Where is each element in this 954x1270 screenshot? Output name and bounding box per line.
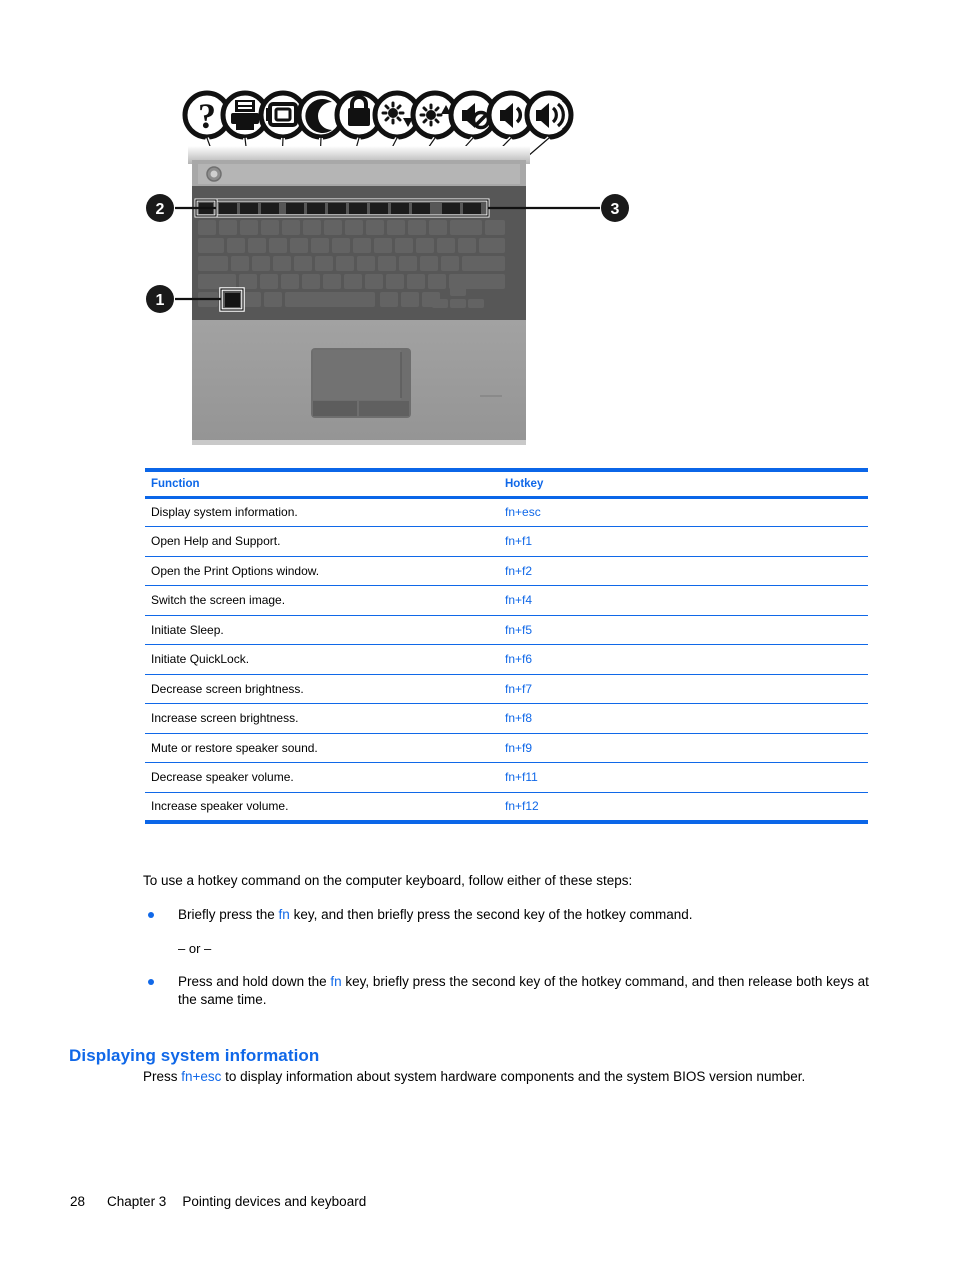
- cell-hotkey: fn+esc: [499, 497, 868, 527]
- bullet-1-text: Briefly press the fn key, and then brief…: [178, 906, 878, 924]
- hotkey-icon-row: ?: [182, 90, 574, 140]
- or-separator: – or –: [178, 941, 212, 956]
- page-footer: 28 Chapter 3 Pointing devices and keyboard: [70, 1194, 366, 1209]
- intro-paragraph: To use a hotkey command on the computer …: [143, 873, 633, 888]
- fn-key-label: fn: [278, 907, 290, 922]
- notebook-hotkey-illustration: ? 2 3 1: [140, 60, 660, 450]
- bullet-2-before: Press and hold down the: [178, 974, 331, 989]
- laptop-illustration: [188, 146, 530, 445]
- cell-function: Display system information.: [145, 497, 499, 527]
- cell-hotkey: fn+f1: [499, 526, 868, 557]
- bullet-1-after: key, and then briefly press the second k…: [289, 907, 693, 922]
- table-row: Switch the screen image. fn+f4: [145, 585, 868, 616]
- table-row: Open the Print Options window. fn+f2: [145, 556, 868, 586]
- cell-hotkey: fn+f11: [499, 762, 868, 793]
- chapter-label: Chapter 3: [107, 1194, 167, 1209]
- cell-function: Open Help and Support.: [145, 526, 499, 557]
- bullet-dot-icon: [148, 979, 154, 985]
- svg-text:2: 2: [156, 201, 165, 218]
- page-number: 28: [70, 1194, 86, 1209]
- bullet-dot-icon: [148, 912, 154, 918]
- cell-hotkey: fn+f7: [499, 674, 868, 704]
- fn-esc-key-label: fn+esc: [181, 1069, 222, 1084]
- cell-hotkey: fn+f6: [499, 644, 868, 675]
- column-header-hotkey: Hotkey: [499, 470, 868, 499]
- hotkey-table: Function Hotkey Display system informati…: [145, 468, 868, 824]
- bullet-2-text: Press and hold down the fn key, briefly …: [178, 973, 878, 1009]
- cell-function: Decrease screen brightness.: [145, 674, 499, 704]
- closing-after: to display information about system hard…: [221, 1069, 806, 1084]
- table-row: Open Help and Support. fn+f1: [145, 526, 868, 557]
- closing-before: Press: [143, 1069, 182, 1084]
- cell-function: Initiate Sleep.: [145, 615, 499, 645]
- volume-increase-icon: [524, 90, 574, 140]
- table-row: Display system information. fn+esc: [145, 497, 868, 527]
- cell-function: Switch the screen image.: [145, 585, 499, 616]
- table-row: Increase screen brightness. fn+f8: [145, 703, 868, 734]
- fn-key-label: fn: [330, 974, 342, 989]
- cell-hotkey: fn+f9: [499, 733, 868, 763]
- cell-function: Open the Print Options window.: [145, 556, 499, 586]
- cell-function: Increase speaker volume.: [151, 799, 289, 813]
- cell-function: Mute or restore speaker sound.: [145, 733, 499, 763]
- table-row: Decrease speaker volume. fn+f11: [145, 762, 868, 793]
- chapter-title: Pointing devices and keyboard: [182, 1194, 367, 1209]
- cell-function: Decrease speaker volume.: [145, 762, 499, 793]
- closing-paragraph: Press fn+esc to display information abou…: [143, 1068, 883, 1086]
- list-item: Briefly press the fn key, and then brief…: [143, 906, 878, 924]
- bullet-1-before: Briefly press the: [178, 907, 279, 922]
- cell-hotkey: fn+f4: [499, 585, 868, 616]
- cell-function: Initiate QuickLock.: [145, 644, 499, 675]
- svg-text:?: ?: [198, 96, 216, 136]
- cell-hotkey: fn+f8: [499, 703, 868, 734]
- list-item: Press and hold down the fn key, briefly …: [143, 973, 878, 1009]
- section-heading: Displaying system information: [69, 1046, 320, 1066]
- svg-text:3: 3: [611, 201, 620, 218]
- table-row: Mute or restore speaker sound. fn+f9: [145, 733, 868, 763]
- cell-hotkey: fn+f2: [499, 556, 868, 586]
- table-row: Increase speaker volume. fn+f12: [145, 792, 868, 822]
- cell-hotkey: fn+f5: [499, 615, 868, 645]
- cell-hotkey: fn+f12: [505, 799, 539, 813]
- table-row: Initiate QuickLock. fn+f6: [145, 644, 868, 675]
- table-header-row: Function Hotkey: [145, 470, 868, 499]
- column-header-function: Function: [145, 470, 499, 499]
- cell-function: Increase screen brightness.: [145, 703, 499, 734]
- svg-text:1: 1: [156, 292, 165, 309]
- table-row: Initiate Sleep. fn+f5: [145, 615, 868, 645]
- table-row: Decrease screen brightness. fn+f7: [145, 674, 868, 704]
